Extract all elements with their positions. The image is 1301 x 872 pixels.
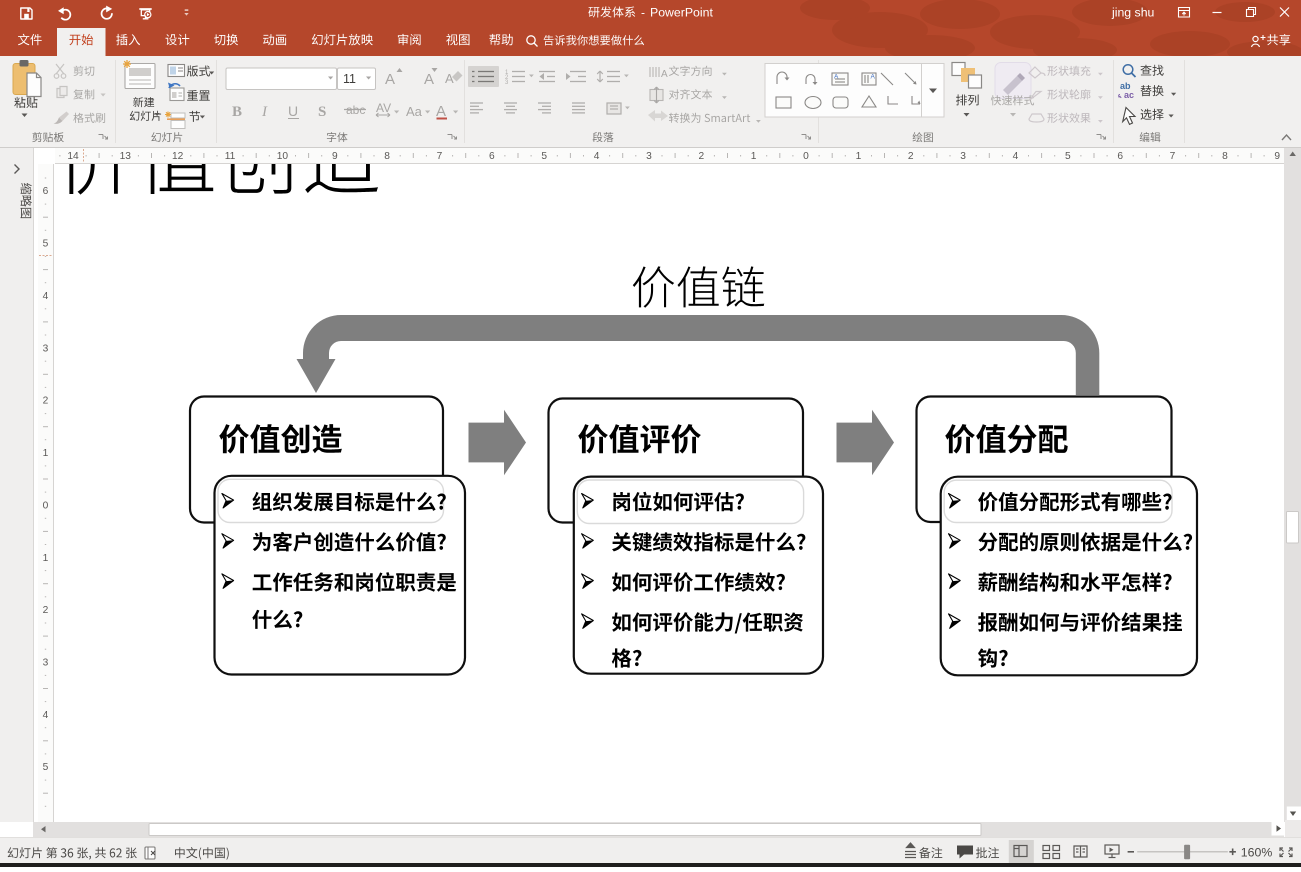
svg-text:4: 4 — [43, 291, 49, 302]
svg-text:5: 5 — [541, 151, 547, 162]
svg-text:2: 2 — [698, 151, 704, 162]
svg-text:2: 2 — [908, 151, 914, 162]
svg-text:4: 4 — [43, 710, 49, 721]
svg-text:13: 13 — [120, 151, 132, 162]
svg-text:A: A — [871, 74, 876, 81]
svg-text:4: 4 — [1013, 151, 1019, 162]
svg-text:3: 3 — [646, 151, 652, 162]
svg-text:B: B — [232, 104, 242, 120]
svg-text:-: - — [641, 6, 645, 20]
svg-text:11: 11 — [343, 72, 356, 86]
svg-text:U: U — [288, 103, 298, 119]
svg-text:2: 2 — [43, 396, 49, 407]
svg-text:9: 9 — [1274, 151, 1280, 162]
svg-text:0: 0 — [43, 500, 49, 511]
svg-text:A: A — [385, 71, 395, 88]
svg-text:1: 1 — [856, 151, 862, 162]
svg-text:12: 12 — [172, 151, 184, 162]
svg-text:2: 2 — [43, 605, 49, 616]
svg-text:8: 8 — [1222, 151, 1228, 162]
svg-text:3: 3 — [43, 343, 49, 354]
svg-text:160%: 160% — [1241, 846, 1273, 860]
svg-text:1: 1 — [43, 448, 49, 459]
svg-text:1: 1 — [43, 553, 49, 564]
svg-text:S: S — [318, 104, 326, 120]
svg-text:I: I — [261, 104, 268, 120]
svg-text:A: A — [661, 69, 668, 80]
svg-text:0: 0 — [803, 151, 809, 162]
svg-text:3: 3 — [43, 658, 49, 669]
svg-text:9: 9 — [332, 151, 338, 162]
svg-text:1: 1 — [751, 151, 757, 162]
svg-text:5: 5 — [1065, 151, 1071, 162]
svg-text:6: 6 — [43, 186, 49, 197]
svg-text:4: 4 — [594, 151, 600, 162]
svg-text:A: A — [834, 74, 839, 81]
svg-text:5: 5 — [43, 762, 49, 773]
svg-text:6: 6 — [489, 151, 495, 162]
svg-text:ac: ac — [1124, 90, 1134, 100]
svg-text:A: A — [445, 71, 454, 86]
svg-text:8: 8 — [384, 151, 390, 162]
svg-text:11: 11 — [225, 151, 236, 162]
svg-text:7: 7 — [437, 151, 443, 162]
svg-text:7: 7 — [1170, 151, 1176, 162]
svg-text:5: 5 — [43, 239, 49, 250]
svg-text:10: 10 — [277, 151, 289, 162]
svg-text:A: A — [436, 103, 446, 120]
svg-text:6: 6 — [1117, 151, 1123, 162]
svg-text:Aa: Aa — [406, 104, 423, 119]
svg-text:3: 3 — [960, 151, 966, 162]
svg-text:PowerPoint: PowerPoint — [650, 6, 713, 20]
svg-text:14: 14 — [67, 151, 79, 162]
svg-text:jing shu: jing shu — [1111, 6, 1155, 20]
svg-text:A: A — [424, 71, 434, 88]
